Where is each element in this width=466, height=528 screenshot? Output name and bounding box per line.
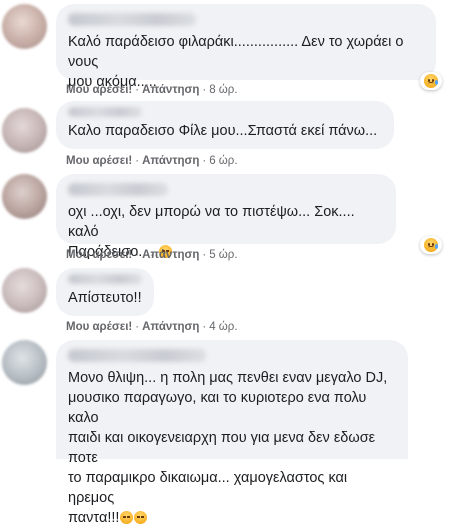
timestamp[interactable]: 6 ώρ. xyxy=(209,155,237,167)
comment-bubble: οχι ...οχι, δεν μπορώ να το πιστέψω... Σ… xyxy=(56,174,396,260)
author-name-blurred[interactable] xyxy=(68,274,142,284)
sad-face-icon xyxy=(120,511,134,524)
avatar[interactable] xyxy=(2,268,47,313)
comment-text: Καλό παράδεισο φιλαράκι................ … xyxy=(68,34,404,90)
author-name-blurred[interactable] xyxy=(68,107,142,117)
like-link[interactable]: Μου αρέσει! xyxy=(66,84,132,96)
reply-link[interactable]: Απάντηση xyxy=(142,155,199,167)
sad-face-icon xyxy=(134,511,148,524)
author-name-blurred[interactable] xyxy=(68,13,196,26)
timestamp[interactable]: 8 ώρ. xyxy=(209,84,237,96)
comment-text: Μονο θλιψη... η πολη μας πενθει εναν μεγ… xyxy=(68,370,388,526)
comment-actions: Μου αρέσει! · Απάντηση · 6 ώρ. xyxy=(66,155,238,167)
comment-text: Απίστευτο!! xyxy=(68,290,142,306)
like-link[interactable]: Μου αρέσει! xyxy=(66,321,132,333)
reaction-badge[interactable] xyxy=(420,236,442,254)
comment-text: Καλο παραδεισο Φίλε μου...Σπαστά εκεί πά… xyxy=(68,123,378,139)
avatar[interactable] xyxy=(2,174,47,219)
reaction-badge[interactable] xyxy=(420,72,442,90)
author-name-blurred[interactable] xyxy=(68,349,206,362)
author-name-blurred[interactable] xyxy=(68,183,168,196)
avatar[interactable] xyxy=(2,340,47,385)
reply-link[interactable]: Απάντηση xyxy=(142,249,199,261)
comment-bubble: Απίστευτο!! xyxy=(56,268,154,316)
comment-actions: Μου αρέσει! · Απάντηση · 8 ώρ. xyxy=(66,84,238,96)
comment-bubble: Μονο θλιψη... η πολη μας πενθει εναν μεγ… xyxy=(56,340,408,526)
reply-link[interactable]: Απάντηση xyxy=(142,321,199,333)
comment-bubble: Καλό παράδεισο φιλαράκι................ … xyxy=(56,4,436,90)
sad-face-icon xyxy=(424,74,438,88)
sad-face-icon xyxy=(424,238,438,252)
comment-actions: Μου αρέσει! · Απάντηση · 4 ώρ. xyxy=(66,321,238,333)
comment-bubble: Καλο παραδεισο Φίλε μου...Σπαστά εκεί πά… xyxy=(56,101,394,149)
comment-actions: Μου αρέσει! · Απάντηση · 5 ώρ. xyxy=(66,249,238,261)
like-link[interactable]: Μου αρέσει! xyxy=(66,249,132,261)
reply-link[interactable]: Απάντηση xyxy=(142,84,199,96)
avatar[interactable] xyxy=(2,4,47,49)
timestamp[interactable]: 5 ώρ. xyxy=(209,249,237,261)
like-link[interactable]: Μου αρέσει! xyxy=(66,155,132,167)
timestamp[interactable]: 4 ώρ. xyxy=(209,321,237,333)
avatar[interactable] xyxy=(2,108,47,153)
